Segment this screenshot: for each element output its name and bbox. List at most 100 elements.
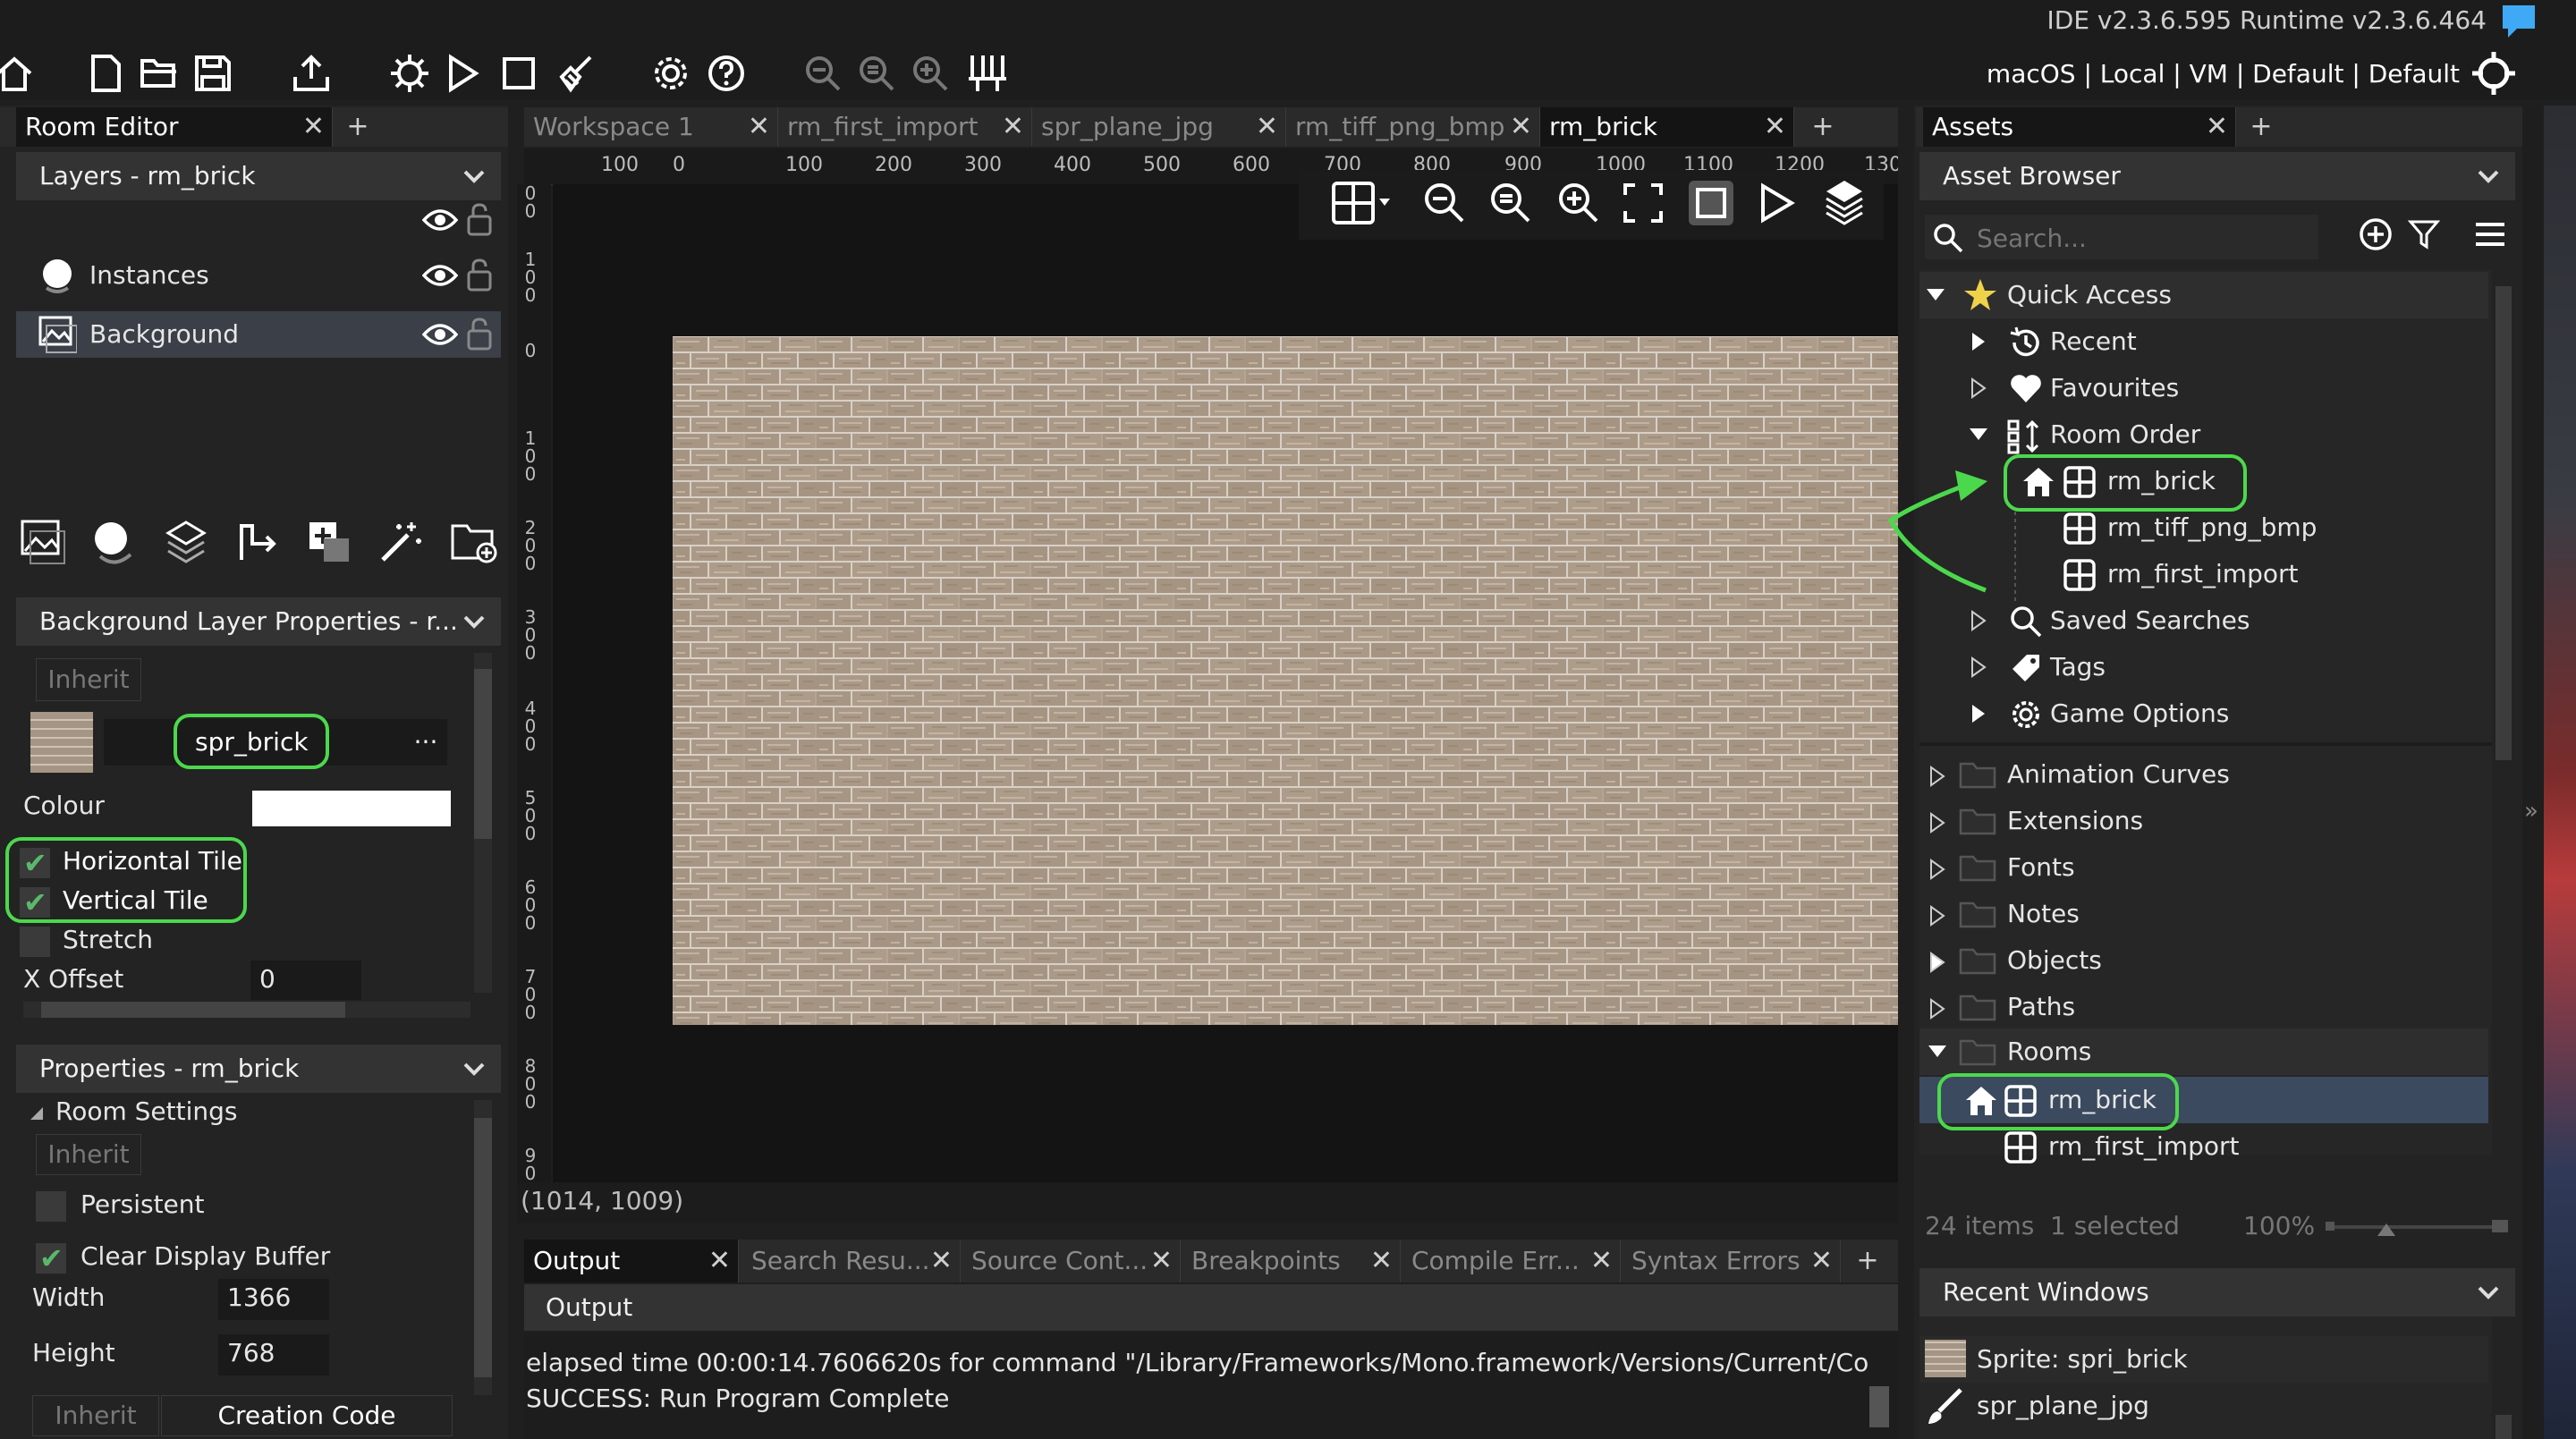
tab-rm-first-import[interactable]: rm_first_import ✕: [778, 107, 1032, 147]
inherit-button[interactable]: Inherit: [32, 1395, 159, 1436]
zoom-in-icon[interactable]: [903, 47, 957, 100]
lock-icon[interactable]: [465, 202, 494, 236]
close-icon[interactable]: ✕: [1002, 107, 1024, 147]
recent-windows-scrollbar[interactable]: [2492, 1316, 2515, 1439]
colour-swatch[interactable]: [252, 791, 451, 826]
lock-icon[interactable]: [465, 258, 494, 292]
xoffset-value[interactable]: 0: [259, 964, 275, 994]
close-icon[interactable]: ✕: [1150, 1240, 1173, 1282]
chevron-down-icon[interactable]: [462, 1045, 487, 1093]
zoom-reset-icon[interactable]: [850, 47, 903, 100]
close-icon[interactable]: ✕: [1764, 107, 1786, 147]
zoom-reset-icon[interactable]: [1488, 181, 1533, 225]
add-background-layer-icon[interactable]: [20, 519, 66, 565]
eye-icon[interactable]: [422, 263, 458, 288]
add-instance-layer-icon[interactable]: [91, 519, 138, 565]
expanded-arrow-icon[interactable]: [1925, 286, 1945, 304]
collapsed-arrow-icon[interactable]: [1928, 766, 1946, 787]
room-canvas[interactable]: [553, 184, 1898, 1182]
props-header[interactable]: Properties - rm_brick: [16, 1045, 501, 1093]
debug-icon[interactable]: [383, 47, 436, 100]
close-icon[interactable]: ✕: [1810, 1240, 1833, 1282]
home-icon[interactable]: [0, 47, 41, 100]
zoom-slider[interactable]: [2326, 1218, 2508, 1238]
zoom-out-icon[interactable]: [1422, 181, 1467, 225]
bg-props-hscrollbar[interactable]: [23, 1002, 470, 1018]
collapsed-arrow-icon[interactable]: [1970, 656, 1987, 678]
tab-rm-brick[interactable]: rm_brick ✕: [1540, 107, 1794, 147]
collapsed-arrow-icon[interactable]: [1928, 905, 1946, 927]
save-icon[interactable]: [186, 47, 240, 100]
close-icon[interactable]: ✕: [1370, 1240, 1393, 1282]
clear-display-checkbox[interactable]: ✔: [36, 1241, 66, 1275]
close-icon[interactable]: ✕: [302, 107, 325, 147]
sprite-more-button[interactable]: ···: [404, 719, 447, 766]
tab-compile-errors[interactable]: Compile Err... ✕: [1402, 1240, 1621, 1282]
stop-icon[interactable]: [492, 47, 546, 100]
collapsed-arrow-icon[interactable]: [1928, 952, 1946, 973]
props-scrollbar[interactable]: [474, 1100, 492, 1395]
tree-folder-row[interactable]: Notes: [1919, 891, 2488, 937]
chevron-down-icon[interactable]: [462, 597, 487, 646]
add-path-layer-icon[interactable]: [234, 519, 281, 565]
target-selector[interactable]: macOS | Local | VM | Default | Default: [1987, 59, 2460, 89]
tree-item-recent[interactable]: Recent: [2050, 318, 2137, 365]
collapsed-arrow-icon[interactable]: [1970, 377, 1987, 399]
help-icon[interactable]: [699, 47, 753, 100]
search-box[interactable]: [1925, 215, 2318, 259]
target-icon[interactable]: [2470, 50, 2517, 97]
close-icon[interactable]: ✕: [1590, 1240, 1613, 1282]
add-effect-layer-icon[interactable]: [377, 519, 424, 565]
close-icon[interactable]: ✕: [930, 1240, 953, 1282]
inherit-button[interactable]: Inherit: [36, 658, 141, 701]
tab-syntax-errors[interactable]: Syntax Errors ✕: [1623, 1240, 1841, 1282]
stretch-checkbox[interactable]: [20, 927, 50, 957]
collapsed-arrow-icon[interactable]: [1928, 859, 1946, 880]
chat-icon[interactable]: [2499, 2, 2540, 39]
tree-item-rm-tiff-png-bmp[interactable]: rm_tiff_png_bmp: [2107, 504, 2317, 551]
layout-icon[interactable]: [961, 47, 1014, 100]
collapsed-arrow-icon[interactable]: [1928, 998, 1946, 1020]
recent-windows-header[interactable]: Recent Windows: [1919, 1268, 2515, 1316]
output-scrollbar[interactable]: [1869, 1386, 1889, 1427]
tree-item-room-order[interactable]: Room Order: [2050, 411, 2200, 458]
tab-search-results[interactable]: Search Resu... ✕: [742, 1240, 961, 1282]
close-icon[interactable]: ✕: [708, 1240, 731, 1282]
expand-panel-icon[interactable]: »: [2524, 798, 2538, 825]
zoom-out-icon[interactable]: [796, 47, 850, 100]
zoom-in-icon[interactable]: [1556, 181, 1601, 225]
collapsed-arrow-icon[interactable]: [1970, 331, 1987, 351]
settings-icon[interactable]: [644, 47, 698, 100]
tab-workspace[interactable]: Workspace 1 ✕: [524, 107, 778, 147]
tree-folder-row[interactable]: Objects: [1919, 937, 2488, 984]
eye-icon[interactable]: [422, 322, 458, 347]
eye-icon[interactable]: [422, 207, 458, 233]
chevron-down-icon[interactable]: [462, 152, 487, 200]
chevron-down-icon[interactable]: [2476, 1268, 2501, 1316]
brick-background[interactable]: [673, 336, 1898, 1025]
add-tab-button[interactable]: +: [1803, 107, 1843, 147]
tab-rm-tiff-png-bmp[interactable]: rm_tiff_png_bmp ✕: [1286, 107, 1540, 147]
play-room-icon[interactable]: [1758, 182, 1796, 224]
tree-folder-row[interactable]: Animation Curves: [1919, 751, 2488, 798]
sprite-thumbnail[interactable]: [30, 712, 93, 773]
tree-item-room[interactable]: rm_first_import: [2048, 1123, 2239, 1170]
add-asset-layer-icon[interactable]: [306, 519, 352, 565]
tab-room-editor[interactable]: Room Editor ✕: [16, 107, 333, 147]
add-tile-layer-icon[interactable]: [163, 519, 209, 565]
lock-icon[interactable]: [465, 317, 494, 351]
add-asset-icon[interactable]: [2358, 216, 2394, 252]
bg-props-header[interactable]: Background Layer Properties - r...: [16, 597, 501, 646]
layer-instances[interactable]: Instances: [16, 252, 501, 299]
recent-item-label[interactable]: Sprite: spri_brick: [1977, 1336, 2188, 1383]
output-log[interactable]: elapsed time 00:00:14.7606620s for comma…: [524, 1333, 1898, 1439]
filter-icon[interactable]: [2408, 218, 2440, 250]
run-icon[interactable]: [436, 47, 490, 100]
new-file-icon[interactable]: [79, 47, 132, 100]
height-value[interactable]: 768: [227, 1338, 275, 1367]
quick-access-row[interactable]: [1919, 272, 2488, 318]
inherit-button[interactable]: Inherit: [36, 1134, 141, 1175]
tab-source-control[interactable]: Source Cont... ✕: [962, 1240, 1181, 1282]
tab-output[interactable]: Output ✕: [524, 1240, 739, 1282]
frame-icon[interactable]: [1687, 179, 1735, 227]
